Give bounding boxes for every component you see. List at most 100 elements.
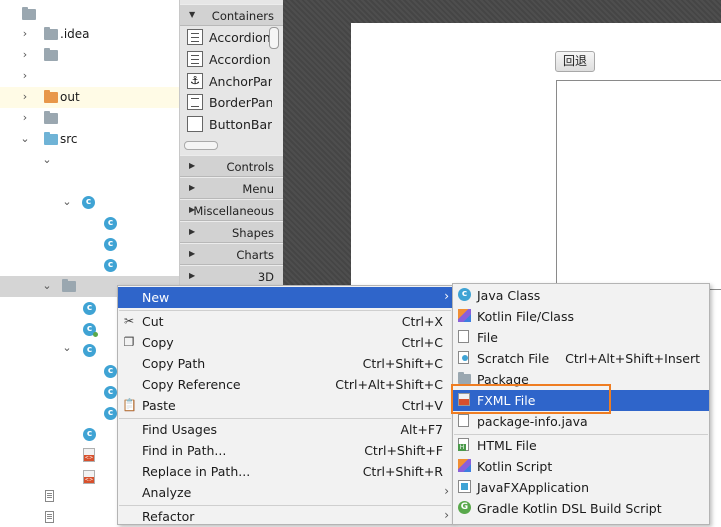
fxml-file-icon bbox=[83, 470, 95, 484]
class-icon: c bbox=[104, 217, 117, 230]
chevron-right-icon[interactable]: › bbox=[19, 48, 31, 62]
class-icon: c bbox=[104, 365, 117, 378]
chevron-right-icon[interactable]: › bbox=[19, 90, 31, 104]
submenu-item-kotlin-file-class[interactable]: Kotlin File/Class bbox=[453, 306, 709, 327]
class-icon: c bbox=[83, 302, 96, 315]
section-shapes[interactable]: ▶ Shapes bbox=[180, 221, 284, 243]
chevron-down-icon[interactable]: ⌄ bbox=[41, 279, 53, 293]
triangle-right-icon: ▶ bbox=[189, 227, 196, 236]
folder-icon bbox=[44, 111, 58, 124]
tree-item-label: src bbox=[60, 132, 78, 146]
section-charts[interactable]: ▶ Charts bbox=[180, 243, 284, 265]
triangle-right-icon: ▶ bbox=[189, 271, 196, 280]
menu-item-find-in-path[interactable]: Find in Path... Ctrl+Shift+F bbox=[118, 440, 452, 461]
section-containers[interactable]: ▼ Containers bbox=[180, 4, 284, 26]
library-item-borderpane[interactable]: BorderPane bbox=[185, 92, 272, 113]
submenu-item-java-class[interactable]: c Java Class bbox=[453, 285, 709, 306]
menu-item-refactor[interactable]: Refactor › bbox=[118, 506, 452, 527]
kotlin-icon bbox=[458, 459, 471, 472]
back-button[interactable]: 回退 bbox=[555, 51, 595, 72]
folder-icon bbox=[44, 132, 58, 145]
tree-row-idea[interactable]: › .idea bbox=[0, 24, 179, 45]
vertical-scrollbar[interactable] bbox=[269, 27, 279, 49]
context-menu: New › ✂ Cut Ctrl+X ❐ Copy Ctrl+C Copy Pa… bbox=[117, 285, 453, 525]
fxml-highlight-box bbox=[451, 384, 611, 414]
file-icon bbox=[458, 414, 469, 427]
fxml-file-icon bbox=[83, 448, 95, 462]
triangle-right-icon: ▶ bbox=[189, 183, 196, 192]
file-icon bbox=[458, 330, 469, 343]
class-icon: c bbox=[104, 407, 117, 420]
tree-row-item[interactable]: › bbox=[0, 66, 179, 87]
package-icon bbox=[458, 372, 471, 384]
javafx-icon bbox=[458, 480, 471, 493]
submenu-item-file[interactable]: File bbox=[453, 327, 709, 348]
class-icon: c bbox=[83, 428, 96, 441]
triangle-down-icon: ▼ bbox=[189, 10, 196, 19]
menu-item-replace-in-path[interactable]: Replace in Path... Ctrl+Shift+R bbox=[118, 461, 452, 482]
chevron-right-icon[interactable]: › bbox=[19, 69, 31, 83]
tree-row-item[interactable]: ⌄ c bbox=[0, 192, 179, 213]
library-item-accordion[interactable]: Accordion bbox=[185, 49, 272, 70]
gradle-icon: G bbox=[458, 501, 471, 514]
chevron-right-icon: › bbox=[444, 484, 449, 498]
submenu-item-package-info[interactable]: package-info.java bbox=[453, 411, 709, 432]
library-panel: ▼ Containers Accordion Accordion ⚓ Ancho… bbox=[179, 0, 284, 300]
class-icon: c bbox=[104, 386, 117, 399]
tree-row-root[interactable] bbox=[0, 4, 179, 25]
class-icon: c bbox=[104, 259, 117, 272]
library-item-accordion[interactable]: Accordion bbox=[185, 27, 272, 48]
menu-item-find-usages[interactable]: Find Usages Alt+F7 bbox=[118, 419, 452, 440]
html-file-icon bbox=[458, 438, 469, 451]
menu-item-copy[interactable]: ❐ Copy Ctrl+C bbox=[118, 332, 452, 353]
tree-row-folder[interactable]: › bbox=[0, 45, 179, 66]
class-icon: c bbox=[83, 344, 96, 357]
menu-item-cut[interactable]: ✂ Cut Ctrl+X bbox=[118, 311, 452, 332]
section-menu[interactable]: ▶ Menu bbox=[180, 177, 284, 199]
class-icon: c bbox=[104, 238, 117, 251]
anchor-icon: ⚓ bbox=[187, 73, 203, 89]
menu-item-new[interactable]: New › bbox=[118, 287, 452, 308]
library-item-anchorpane[interactable]: ⚓ AnchorPane bbox=[185, 71, 272, 92]
clipboard-icon: 📋 bbox=[122, 398, 137, 412]
chevron-right-icon: › bbox=[444, 289, 449, 303]
section-3d[interactable]: ▶ 3D bbox=[180, 265, 284, 287]
triangle-right-icon: ▶ bbox=[189, 161, 196, 170]
chevron-down-icon[interactable]: ⌄ bbox=[19, 132, 31, 146]
folder-icon bbox=[44, 27, 58, 40]
file-icon bbox=[45, 511, 54, 523]
folder-icon bbox=[44, 48, 58, 61]
tree-row-folder[interactable]: › bbox=[0, 108, 179, 129]
menu-item-copy-reference[interactable]: Copy Reference Ctrl+Alt+Shift+C bbox=[118, 374, 452, 395]
submenu-item-kotlin-script[interactable]: Kotlin Script bbox=[453, 456, 709, 477]
menu-item-analyze[interactable]: Analyze › bbox=[118, 482, 452, 503]
submenu-item-html-file[interactable]: HTML File bbox=[453, 435, 709, 456]
class-icon: c bbox=[82, 196, 95, 209]
copy-icon: ❐ bbox=[123, 335, 135, 349]
buttonbar-icon bbox=[187, 116, 203, 132]
menu-item-copy-path[interactable]: Copy Path Ctrl+Shift+C bbox=[118, 353, 452, 374]
chevron-down-icon[interactable]: ⌄ bbox=[41, 153, 53, 167]
java-class-icon: c bbox=[458, 288, 471, 301]
section-miscellaneous[interactable]: ▶ Miscellaneous bbox=[180, 199, 284, 221]
accordion-icon bbox=[187, 51, 203, 67]
library-item-buttonbar[interactable]: ButtonBar bbox=[185, 114, 272, 135]
horizontal-scrollbar[interactable] bbox=[184, 141, 218, 150]
tree-item-label: .idea bbox=[60, 27, 90, 41]
section-controls[interactable]: ▶ Controls bbox=[180, 155, 284, 177]
tree-row-item[interactable]: ⌄ bbox=[0, 150, 179, 171]
accordion-icon bbox=[187, 29, 203, 45]
tree-row-out[interactable]: › out bbox=[0, 87, 179, 108]
submenu-item-gradle-kotlin-dsl[interactable]: G Gradle Kotlin DSL Build Script bbox=[453, 498, 709, 519]
tree-item-label: out bbox=[60, 90, 80, 104]
chevron-right-icon[interactable]: › bbox=[19, 27, 31, 41]
chevron-right-icon[interactable]: › bbox=[19, 111, 31, 125]
tree-row-src[interactable]: ⌄ src bbox=[0, 129, 179, 150]
menu-item-paste[interactable]: 📋 Paste Ctrl+V bbox=[118, 395, 452, 416]
kotlin-icon bbox=[458, 309, 471, 322]
submenu-item-javafx-application[interactable]: JavaFXApplication bbox=[453, 477, 709, 498]
content-pane[interactable] bbox=[556, 80, 721, 290]
submenu-item-scratch-file[interactable]: Scratch File Ctrl+Alt+Shift+Insert bbox=[453, 348, 709, 369]
chevron-down-icon[interactable]: ⌄ bbox=[61, 341, 73, 355]
chevron-down-icon[interactable]: ⌄ bbox=[61, 195, 73, 209]
